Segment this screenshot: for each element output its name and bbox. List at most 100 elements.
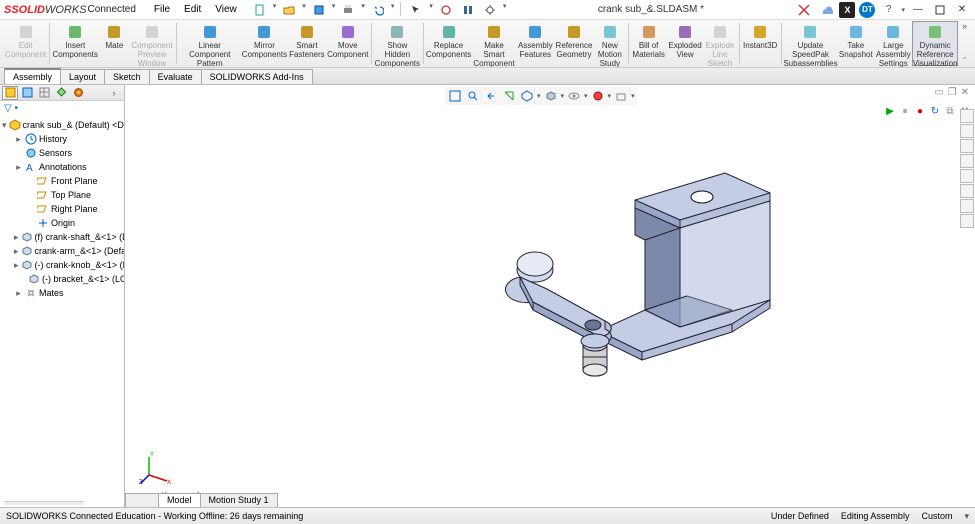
- display-style-icon[interactable]: [543, 88, 559, 104]
- tab-layout[interactable]: Layout: [60, 69, 105, 84]
- rebuild-icon[interactable]: [437, 2, 455, 18]
- graphics-area[interactable]: ▾ ▾ ▾ ▾ ▾ ▭ ❐ ✕ ▶ ⏸ ● ↻ ⧉ ✕: [125, 85, 975, 507]
- tree-node[interactable]: ▸Mates: [0, 286, 124, 300]
- maximize-icon[interactable]: [931, 1, 949, 19]
- menu-view[interactable]: View: [209, 2, 243, 17]
- ribbon-mirror[interactable]: MirrorComponents: [241, 21, 287, 66]
- task-resources-icon[interactable]: [960, 109, 974, 123]
- task-view-palette-icon[interactable]: [960, 154, 974, 168]
- scene-icon[interactable]: [613, 88, 629, 104]
- ribbon-mate[interactable]: Mate: [98, 21, 130, 66]
- tree-node[interactable]: (-) bracket_&<1> (LON) <Displ: [0, 272, 124, 286]
- open-icon[interactable]: [280, 2, 298, 18]
- dim-manager-tab-icon[interactable]: [53, 86, 69, 100]
- ribbon-insert[interactable]: InsertComponents: [52, 21, 98, 66]
- tree-node[interactable]: Right Plane: [0, 202, 124, 216]
- tree-node[interactable]: ▸AAnnotations: [0, 160, 124, 174]
- ribbon-instant-d[interactable]: Instant3D: [741, 21, 778, 66]
- tree-node[interactable]: ▾crank sub_& (Default) <Default_Disp: [0, 118, 124, 132]
- x-app-icon[interactable]: X: [839, 2, 855, 18]
- tree-scroll[interactable]: [4, 501, 84, 505]
- filter-icon[interactable]: ▽ •: [0, 101, 124, 116]
- section-icon[interactable]: [501, 88, 517, 104]
- ribbon-update[interactable]: UpdateSpeedPakSubassemblies: [784, 21, 838, 66]
- tab-motion-study[interactable]: Motion Study 1: [200, 493, 278, 507]
- display-manager-tab-icon[interactable]: [70, 86, 86, 100]
- prev-view-icon[interactable]: [483, 88, 499, 104]
- tree-toggle-icon[interactable]: ▸: [14, 288, 23, 299]
- vp-close-icon[interactable]: ✕: [961, 87, 969, 98]
- ribbon-new[interactable]: NewMotionStudy: [594, 21, 626, 66]
- tree-toggle-icon[interactable]: ▸: [14, 162, 23, 173]
- config-manager-tab-icon[interactable]: [36, 86, 52, 100]
- tab-sketch[interactable]: Sketch: [104, 69, 150, 84]
- new-icon[interactable]: [251, 2, 269, 18]
- ribbon-move[interactable]: MoveComponent: [326, 21, 369, 66]
- rec-icon[interactable]: ●: [914, 105, 926, 117]
- search-icon[interactable]: [795, 1, 813, 19]
- stop-icon[interactable]: ⏸: [899, 105, 911, 117]
- task-custom-props-icon[interactable]: [960, 184, 974, 198]
- task-appearances-icon[interactable]: [960, 169, 974, 183]
- ribbon-bill-of[interactable]: Bill ofMaterials: [631, 21, 667, 66]
- tab-solidworks-add-ins[interactable]: SOLIDWORKS Add-Ins: [201, 69, 313, 84]
- ribbon-make-smart[interactable]: Make SmartComponent: [472, 21, 517, 66]
- ribbon-replace[interactable]: ReplaceComponents: [425, 21, 471, 66]
- tree-node[interactable]: ▸(-) crank-knob_&<1> (Default) <<D: [0, 258, 124, 272]
- ribbon-large[interactable]: LargeAssemblySettings: [874, 21, 912, 66]
- close-icon[interactable]: ✕: [953, 1, 971, 19]
- hide-show-icon[interactable]: [566, 88, 582, 104]
- mirror-tab-icon[interactable]: [125, 493, 159, 507]
- minimize-icon[interactable]: —: [909, 1, 927, 19]
- orientation-triad[interactable]: Y X Z: [139, 451, 173, 485]
- tree-toggle-icon[interactable]: ▸: [14, 232, 19, 243]
- status-units[interactable]: Custom: [921, 511, 952, 522]
- save-icon[interactable]: [310, 2, 328, 18]
- speed-icon[interactable]: ⧉: [944, 105, 956, 117]
- tree-toggle-icon[interactable]: ▸: [14, 246, 19, 257]
- tree-toggle-icon[interactable]: ▸: [14, 260, 19, 271]
- ribbon-show[interactable]: ShowHiddenComponents: [374, 21, 420, 66]
- tab-evaluate[interactable]: Evaluate: [149, 69, 202, 84]
- tree-node[interactable]: Origin: [0, 216, 124, 230]
- vp-min-icon[interactable]: ▭: [934, 87, 943, 98]
- select-icon[interactable]: [407, 2, 425, 18]
- view-orientation-icon[interactable]: [519, 88, 535, 104]
- ribbon-overflow-icon[interactable]: »: [962, 21, 967, 31]
- vp-max-icon[interactable]: ❐: [948, 87, 957, 98]
- ribbon-assembly[interactable]: AssemblyFeatures: [516, 21, 554, 66]
- menu-file[interactable]: File: [148, 2, 176, 17]
- zoom-fit-icon[interactable]: [447, 88, 463, 104]
- property-manager-tab-icon[interactable]: [19, 86, 35, 100]
- print-icon[interactable]: [339, 2, 357, 18]
- tree-node[interactable]: Front Plane: [0, 174, 124, 188]
- tree-node[interactable]: Top Plane: [0, 188, 124, 202]
- tree-node[interactable]: ▸crank-arm_&<1> (Default) <<Defau: [0, 244, 124, 258]
- cloud-icon[interactable]: [817, 1, 835, 19]
- task-forum-icon[interactable]: [960, 199, 974, 213]
- tree-toggle-icon[interactable]: ▾: [2, 120, 7, 131]
- menu-edit[interactable]: Edit: [178, 2, 207, 17]
- appearance-icon[interactable]: [590, 88, 606, 104]
- undo-icon[interactable]: [369, 2, 387, 18]
- task-file-explorer-icon[interactable]: [960, 139, 974, 153]
- ribbon-linear-component[interactable]: Linear ComponentPattern: [178, 21, 241, 66]
- help-icon[interactable]: ?: [879, 1, 897, 19]
- ribbon-exploded[interactable]: ExplodedView: [667, 21, 704, 66]
- tree-toggle-icon[interactable]: ▸: [14, 134, 23, 145]
- tree-node[interactable]: Sensors: [0, 146, 124, 160]
- tree-node[interactable]: ▸(f) crank-shaft_&<1> (Default) <<D: [0, 230, 124, 244]
- feature-tree-tab-icon[interactable]: [2, 86, 18, 100]
- task-forum2-icon[interactable]: [960, 214, 974, 228]
- options-icon[interactable]: [459, 2, 477, 18]
- zoom-area-icon[interactable]: [465, 88, 481, 104]
- status-dropdown-icon[interactable]: ▾: [964, 511, 969, 522]
- tab-model[interactable]: Model: [158, 493, 201, 507]
- ribbon-dynamic[interactable]: DynamicReferenceVisualization(Parent): [912, 21, 958, 66]
- loop-icon[interactable]: ↻: [929, 105, 941, 117]
- ribbon-reference[interactable]: ReferenceGeometry: [554, 21, 594, 66]
- task-design-lib-icon[interactable]: [960, 124, 974, 138]
- tree-node[interactable]: ▸History: [0, 132, 124, 146]
- tab-assembly[interactable]: Assembly: [4, 68, 61, 84]
- settings-icon[interactable]: [481, 2, 499, 18]
